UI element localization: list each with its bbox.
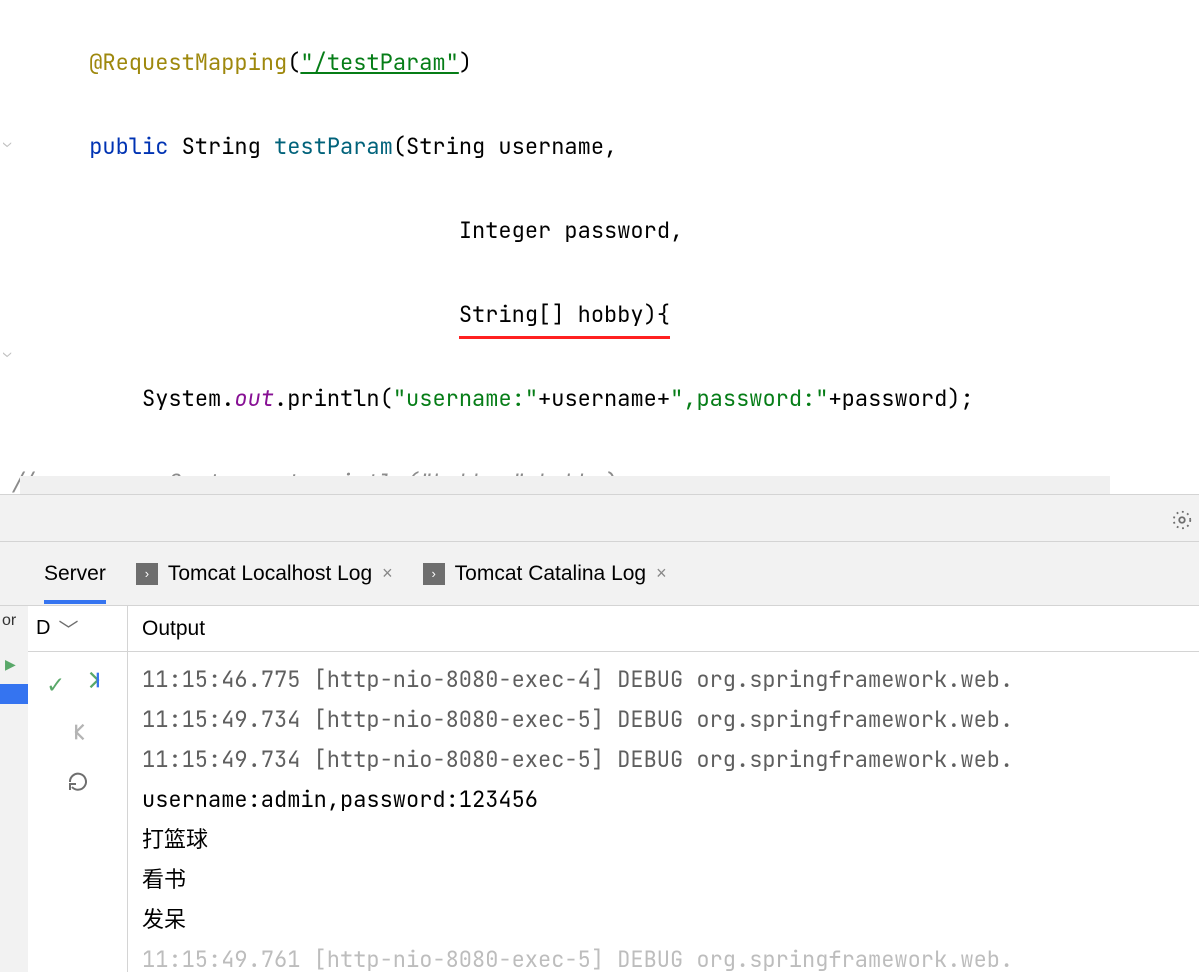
check-icon[interactable]: ✓: [48, 666, 64, 701]
refresh-icon[interactable]: [66, 770, 90, 802]
log-icon: ›: [136, 563, 158, 585]
output-header: Output: [128, 606, 1199, 652]
selected-indicator: [0, 684, 28, 704]
left-sidebar: or ▶: [0, 606, 28, 972]
run-icon[interactable]: ▶: [5, 656, 16, 673]
console-output[interactable]: 11:15:46.775 [http-nio-8080-exec-4] DEBU…: [128, 652, 1199, 972]
stdout-line: username:admin,password:123456: [142, 785, 538, 814]
tab-label: Server: [44, 562, 106, 586]
tab-label: Tomcat Localhost Log: [168, 562, 372, 586]
chevron-down-icon: ﹀: [58, 614, 78, 643]
code-text: System.: [142, 384, 234, 413]
output-panel: Output 11:15:46.775 [http-nio-8080-exec-…: [128, 606, 1199, 972]
run-tool-window: or ▶ D ﹀ ✓ Output 11:15:46.775 [http-nio…: [0, 606, 1199, 972]
code-editor[interactable]: ⌄ ⌄ @RequestMapping("/testParam") public…: [0, 0, 1199, 494]
log-tabs: Server › Tomcat Localhost Log × › Tomcat…: [0, 542, 1199, 606]
param2-name: password,: [551, 216, 683, 245]
annotation-value: "/testParam": [300, 48, 458, 77]
method-name: testParam: [274, 132, 393, 161]
stdout-line: 打篮球: [142, 825, 208, 854]
param3-underlined: String[] hobby){: [459, 294, 670, 339]
tab-tomcat-catalina-log[interactable]: › Tomcat Catalina Log ×: [423, 558, 667, 590]
log-line: 11:15:46.775 [http-nio-8080-exec-4] DEBU…: [142, 665, 1013, 694]
log-line-partial: 11:15:49.761 [http-nio-8080-exec-5] DEBU…: [142, 945, 1013, 972]
gear-icon[interactable]: [1171, 509, 1193, 538]
type: String: [182, 132, 261, 161]
deployment-panel: D ﹀ ✓: [28, 606, 128, 972]
stdout-line: 发呆: [142, 905, 186, 934]
deployment-header[interactable]: D ﹀: [28, 606, 127, 652]
log-icon: ›: [423, 563, 445, 585]
tab-label: Tomcat Catalina Log: [455, 562, 646, 586]
field-out: out: [234, 384, 274, 413]
tool-window-toolbar: [0, 494, 1199, 542]
log-line: 11:15:49.734 [http-nio-8080-exec-5] DEBU…: [142, 705, 1013, 734]
tab-server[interactable]: Server: [44, 558, 106, 604]
tab-tomcat-localhost-log[interactable]: › Tomcat Localhost Log ×: [136, 558, 393, 590]
close-icon[interactable]: ×: [656, 563, 667, 584]
stdout-line: 看书: [142, 865, 186, 894]
param2-type: Integer: [459, 216, 551, 245]
annotation: @RequestMapping: [89, 48, 287, 77]
sidebar-text: or: [2, 612, 16, 630]
keyword-public: public: [89, 132, 168, 161]
param1: (String username,: [393, 132, 617, 161]
deploy-icon[interactable]: [85, 669, 107, 698]
deployment-letter: D: [36, 617, 50, 640]
close-icon[interactable]: ×: [382, 563, 393, 584]
horizontal-scrollbar[interactable]: [20, 476, 1110, 494]
code-content[interactable]: @RequestMapping("/testParam") public Str…: [10, 0, 1199, 494]
undeploy-icon[interactable]: [67, 721, 89, 750]
log-line: 11:15:49.734 [http-nio-8080-exec-5] DEBU…: [142, 745, 1013, 774]
